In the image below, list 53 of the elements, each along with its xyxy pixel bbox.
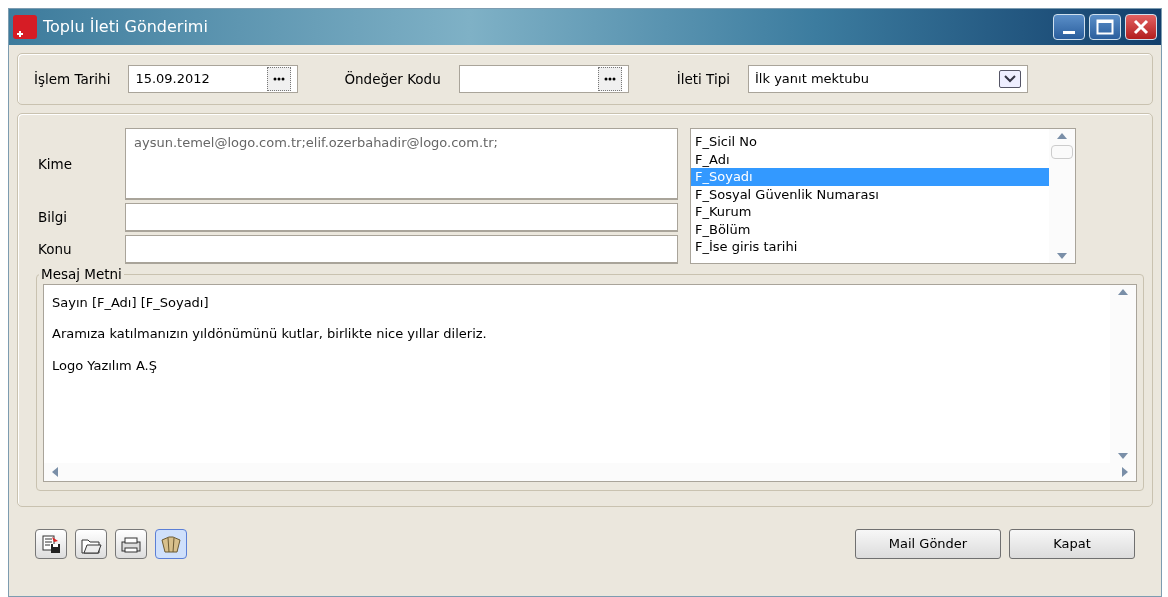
message-editor[interactable]: Sayın [F_Adı] [F_Soyadı] Aramıza katılmanızın yıldönümünü kutlar, birlikte nice yıllar dileriz. Logo Yazılım A.Ş <box>43 283 1137 482</box>
ellipsis-icon <box>603 77 616 81</box>
group-label: Mesaj Metni <box>40 268 123 282</box>
input-field[interactable] <box>125 235 678 264</box>
list-item[interactable]: F_Sicil No <box>691 133 1049 151</box>
scroll-up-icon[interactable] <box>1057 133 1067 139</box>
field-label: Kime <box>38 154 74 174</box>
scrollbar[interactable] <box>44 462 1136 481</box>
close-icon <box>1133 19 1149 35</box>
caret-icon <box>1004 75 1017 83</box>
text-line: Sayın [F_Adı] [F_Soyadı] <box>52 293 210 312</box>
window-title: Toplu İleti Gönderimi <box>43 16 208 38</box>
input-field[interactable] <box>458 65 629 93</box>
list-item[interactable]: F_Adı <box>691 150 1049 168</box>
lookup-button[interactable] <box>267 67 292 91</box>
scroll-down-icon[interactable] <box>1057 253 1067 259</box>
dropdown-button[interactable] <box>999 70 1022 88</box>
send-button[interactable]: Mail Gönder <box>855 529 1001 559</box>
scrollbar[interactable] <box>1049 129 1075 263</box>
text-line: Logo Yazılım A.Ş <box>52 356 158 375</box>
list-item[interactable]: F_Sosyal Güvenlik Numarası <box>691 185 1049 203</box>
maximize-icon <box>1096 19 1114 35</box>
field-label: Öndeğer Kodu <box>344 69 441 89</box>
field-label: İleti Tipi <box>676 69 731 89</box>
text-line: Aramıza katılmanızın yıldönümünü kutlar, birlikte nice yıllar dileriz. <box>52 325 488 343</box>
ellipsis-icon <box>273 77 286 81</box>
minimize-icon <box>1063 30 1075 34</box>
scrollbar[interactable] <box>1110 284 1136 463</box>
scroll-up-icon[interactable] <box>1118 288 1128 295</box>
bowl-icon <box>160 533 182 555</box>
field-label: Konu <box>38 240 73 260</box>
field-label: İşlem Tarihi <box>34 69 111 89</box>
input-field[interactable] <box>125 203 678 232</box>
dropdown-field[interactable]: İlk yanıt mektubu <box>748 65 1029 93</box>
lookup-button[interactable] <box>597 67 622 91</box>
maximize-button[interactable] <box>1089 14 1121 40</box>
input-field[interactable]: aysun.temel@logo.com.tr;elif.ozerbahadir@logo.com.tr; <box>125 128 678 200</box>
scroll-down-icon[interactable] <box>1118 452 1128 459</box>
toolbar-button[interactable] <box>35 529 67 559</box>
list-item[interactable]: F_Kurum <box>691 203 1049 221</box>
list-item[interactable]: F_İse giris tarihi <box>691 238 1049 256</box>
list-item[interactable]: F_Bölüm <box>691 220 1049 238</box>
scroll-left-icon[interactable] <box>52 466 58 477</box>
scroll-thumb[interactable] <box>1051 145 1073 159</box>
scroll-right-icon[interactable] <box>1122 466 1128 477</box>
save-icon <box>40 533 62 555</box>
toolbar-button[interactable] <box>75 529 107 559</box>
close-button[interactable]: Kapat <box>1009 529 1135 559</box>
input-field[interactable]: 15.09.2012 <box>128 65 299 93</box>
minimize-button[interactable] <box>1053 14 1085 40</box>
close-button[interactable] <box>1125 14 1157 40</box>
app-icon <box>13 15 37 39</box>
field-label: Bilgi <box>38 208 69 228</box>
